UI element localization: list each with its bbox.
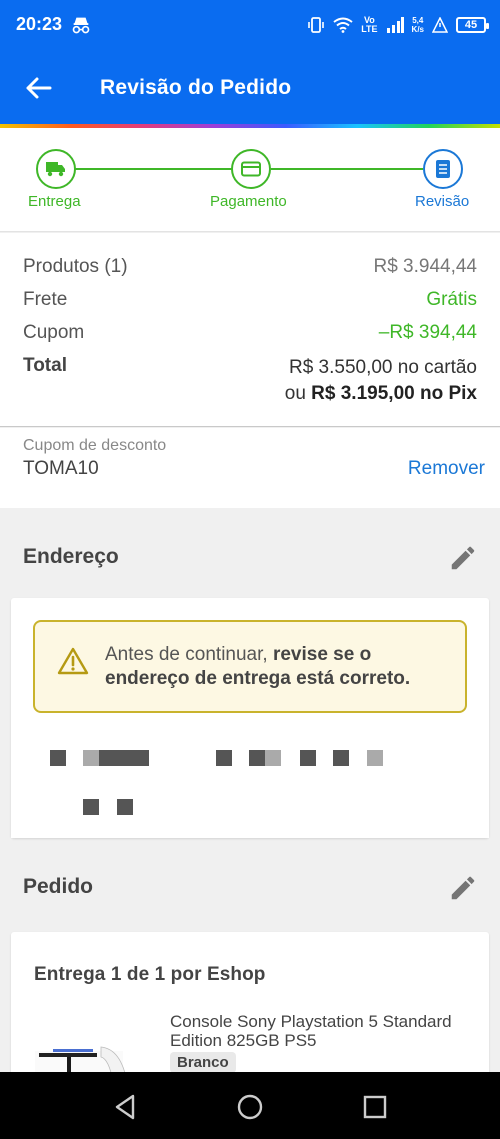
nav-recents-icon[interactable] bbox=[360, 1092, 390, 1122]
order-section-header: Pedido bbox=[0, 863, 500, 913]
nav-back-icon[interactable] bbox=[111, 1092, 141, 1122]
address-title: Endereço bbox=[23, 545, 119, 568]
signal-icon bbox=[386, 17, 404, 33]
vibrate-icon bbox=[308, 17, 325, 33]
coupon-code: TOMA10 bbox=[23, 458, 99, 479]
status-icons: Vo LTE 5,4 K/s 45 bbox=[307, 14, 489, 36]
total-label: Total bbox=[23, 355, 67, 376]
system-nav-bar bbox=[0, 1072, 500, 1139]
step-label-revisao: Revisão bbox=[415, 193, 470, 210]
address-card: Antes de continuar, revise se o endereço… bbox=[11, 598, 489, 838]
step-revisao[interactable] bbox=[423, 149, 463, 189]
address-warning: Antes de continuar, revise se o endereço… bbox=[33, 620, 467, 713]
status-bar: 20:23 Vo LTE 5,4 K/s 45 bbox=[0, 0, 500, 52]
total-value: R$ 3.550,00 no cartão ou R$ 3.195,00 no … bbox=[285, 355, 477, 407]
status-time: 20:23 bbox=[16, 14, 63, 34]
product-name[interactable]: Console Sony Playstation 5 Standard Edit… bbox=[170, 1012, 470, 1050]
coupon-discount-value: –R$ 394,44 bbox=[378, 322, 477, 343]
address-section-header: Endereço bbox=[0, 533, 500, 583]
shipping-value: Grátis bbox=[426, 289, 477, 310]
battery-indicator: 45 bbox=[456, 17, 489, 33]
remove-coupon-button[interactable]: Remover bbox=[408, 458, 485, 480]
summary-products-row: Produtos (1) R$ 3.944,44 bbox=[23, 256, 477, 278]
order-summary: Produtos (1) R$ 3.944,44 Frete Grátis Cu… bbox=[0, 233, 500, 427]
warning-message: Antes de continuar, revise se o endereço… bbox=[105, 644, 411, 689]
step-connector bbox=[75, 168, 232, 170]
shipping-label: Frete bbox=[23, 289, 68, 310]
volte-indicator: Vo LTE bbox=[361, 15, 378, 34]
checkout-stepper: Entrega Pagamento Revisão bbox=[0, 128, 500, 232]
card-icon bbox=[241, 161, 261, 177]
total-pix-line: ou R$ 3.195,00 no Pix bbox=[284, 383, 477, 404]
page-title: Revisão do Pedido bbox=[100, 76, 292, 99]
document-icon bbox=[436, 160, 450, 178]
back-arrow-icon[interactable] bbox=[18, 70, 58, 106]
app-bar: Revisão do Pedido bbox=[0, 52, 500, 124]
network-speed: 5,4 K/s bbox=[411, 16, 424, 34]
nav-home-icon[interactable] bbox=[235, 1092, 265, 1122]
order-card: Entrega 1 de 1 por Eshop Console Sony Pl… bbox=[11, 932, 489, 1082]
coupon-section: Cupom de desconto TOMA10 Remover bbox=[0, 428, 500, 508]
coupon-label: Cupom de desconto bbox=[23, 437, 167, 454]
step-entrega[interactable] bbox=[36, 149, 76, 189]
wifi-icon bbox=[333, 17, 353, 33]
truck-icon bbox=[46, 162, 65, 177]
step-label-pagamento: Pagamento bbox=[210, 193, 287, 210]
address-details-redacted bbox=[11, 716, 489, 838]
total-pix-price: R$ 3.195,00 no Pix bbox=[311, 383, 477, 404]
step-connector bbox=[271, 168, 423, 170]
product-color-badge: Branco bbox=[170, 1052, 236, 1073]
edit-order-icon[interactable] bbox=[448, 873, 478, 903]
summary-coupon-row: Cupom –R$ 394,44 bbox=[23, 322, 477, 344]
summary-shipping-row: Frete Grátis bbox=[23, 289, 477, 311]
edit-address-icon[interactable] bbox=[448, 543, 478, 573]
incognito-icon bbox=[72, 17, 90, 34]
alert-icon bbox=[432, 17, 448, 33]
step-pagamento[interactable] bbox=[231, 149, 271, 189]
coupon-discount-label: Cupom bbox=[23, 322, 85, 343]
products-value: R$ 3.944,44 bbox=[373, 256, 477, 277]
total-card-price: R$ 3.550,00 no cartão bbox=[288, 357, 477, 378]
order-title: Pedido bbox=[23, 875, 94, 898]
warning-icon bbox=[57, 647, 89, 675]
products-label: Produtos (1) bbox=[23, 256, 128, 277]
step-label-entrega: Entrega bbox=[28, 193, 81, 210]
delivery-heading: Entrega 1 de 1 por Eshop bbox=[34, 964, 266, 985]
